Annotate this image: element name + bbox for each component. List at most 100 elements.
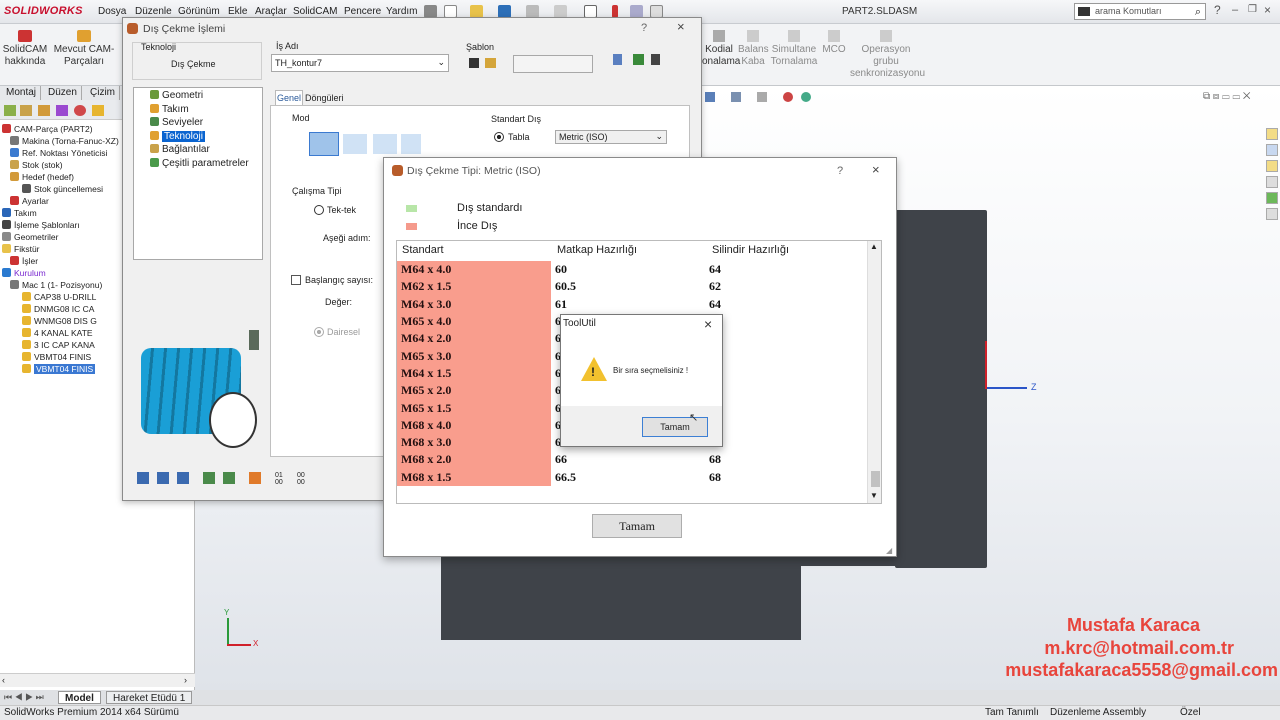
cell-cylinder[interactable]: 65 (705, 313, 863, 330)
scroll-up-icon[interactable]: ▲ (870, 242, 878, 251)
start-count-checkbox[interactable] (291, 275, 301, 285)
column-header-standard[interactable]: Standart (402, 244, 444, 256)
section-view-icon[interactable] (731, 92, 741, 102)
tab-duzen[interactable]: Düzen (44, 86, 82, 100)
appearance-icon[interactable] (783, 92, 793, 102)
cell-standard[interactable]: M68 x 4.0 (397, 416, 551, 434)
save-icon[interactable] (137, 472, 149, 484)
cell-standard[interactable]: M64 x 2.0 (397, 330, 551, 348)
mode-option-4[interactable] (401, 134, 421, 154)
gcode-icon[interactable] (223, 472, 235, 484)
help-button[interactable]: ? (837, 165, 843, 177)
close-icon[interactable]: × (1264, 3, 1271, 17)
file-explorer-icon[interactable] (1266, 160, 1278, 172)
tree-item[interactable]: VBMT04 FINIS (0, 363, 96, 375)
viewport-window-controls[interactable]: ⧉ ⧈ ▭ ▭ ✕ (1203, 91, 1250, 102)
sheet-nav-icon[interactable]: ⏮ ◀ ▶ ⏭ (4, 692, 44, 703)
cell-cylinder[interactable]: 64 (705, 296, 863, 313)
template-field[interactable] (513, 55, 593, 73)
custom-props-icon[interactable] (1266, 208, 1278, 220)
tree-item[interactable]: Stok (stok) (0, 159, 63, 171)
mode-option-2[interactable] (343, 134, 367, 154)
mode-option-3[interactable] (373, 134, 397, 154)
scroll-down-icon[interactable]: ▼ (870, 491, 878, 500)
search-input[interactable]: arama Komutları ⌕ (1074, 3, 1206, 20)
cell-standard[interactable]: M68 x 1.5 (397, 468, 551, 486)
solidcam-manager-icon[interactable] (92, 105, 104, 116)
menu-3[interactable]: Görünüm (178, 6, 220, 17)
cell-cylinder[interactable]: 68 (705, 417, 863, 434)
nav-item[interactable]: Geometri (150, 90, 203, 101)
tree-item[interactable]: İşleme Şablonları (0, 219, 80, 231)
nav-item[interactable]: Bağlantılar (150, 144, 210, 155)
cell-standard[interactable]: M65 x 3.0 (397, 347, 551, 365)
cell-standard[interactable]: M65 x 4.0 (397, 312, 551, 331)
tree-item[interactable]: Takım (0, 207, 37, 219)
cell-cylinder[interactable]: 64 (705, 330, 863, 347)
tree-item[interactable]: WNMG08 DIS G (0, 315, 97, 327)
cell-drill[interactable]: 66.5 (551, 469, 705, 486)
table-radio[interactable] (494, 132, 504, 142)
single-radio[interactable] (314, 205, 324, 215)
cell-drill[interactable]: 61 (551, 296, 705, 313)
template-open-icon[interactable] (485, 58, 496, 68)
library-icon[interactable] (1266, 144, 1278, 156)
ribbon-mco-button[interactable]: MCO (820, 30, 848, 56)
ribbon-kodial-button[interactable]: Kodial onalama (702, 30, 740, 68)
tree-item[interactable]: Ref. Noktası Yöneticisi (0, 147, 107, 159)
resources-icon[interactable] (1266, 128, 1278, 140)
binary-edit-icon[interactable]: 00 00 (297, 472, 305, 486)
nav-item[interactable]: Çeşitli parametreler (150, 157, 249, 169)
standard-select[interactable]: Metric (ISO) ⌄ (555, 130, 667, 144)
solidcam-about-button[interactable]: SolidCAM hakkında (2, 30, 48, 68)
chevron-down-icon[interactable]: ⌄ (437, 57, 445, 68)
menu-5[interactable]: Araçlar (255, 6, 287, 17)
tree-item[interactable]: Geometriler (0, 231, 58, 243)
display-manager-icon[interactable] (74, 105, 86, 116)
restore-icon[interactable]: ❐ (1248, 4, 1257, 15)
tree-item[interactable]: CAM-Parça (PART2) (0, 123, 93, 135)
tab-motion-study[interactable]: Hareket Etüdü 1 (106, 691, 193, 704)
resize-grip-icon[interactable]: ◢ (886, 546, 892, 555)
config-manager-icon[interactable] (38, 105, 50, 116)
simulate-icon[interactable] (203, 472, 215, 484)
ribbon-sync-button[interactable]: Operasyon grubu senkronizasyonu (850, 30, 925, 80)
cell-standard[interactable]: M65 x 1.5 (397, 399, 551, 417)
tree-item[interactable]: Fikstür (0, 243, 40, 255)
tree-item[interactable]: 4 KANAL KATE (0, 327, 93, 339)
minimize-icon[interactable]: – (1232, 4, 1238, 16)
ribbon-balans-button[interactable]: Balans Kaba (738, 30, 769, 68)
stock-icon[interactable] (249, 472, 261, 484)
cell-cylinder[interactable]: 64 (705, 365, 863, 382)
tab-genel[interactable]: Genel (275, 90, 303, 106)
close-button[interactable]: × (872, 162, 880, 177)
cell-standard[interactable]: M65 x 2.0 (397, 382, 551, 400)
binary-icon[interactable]: 01 00 (275, 472, 283, 486)
traffic-icon[interactable] (651, 54, 660, 65)
display-style-icon[interactable] (757, 92, 767, 102)
cell-drill[interactable]: 60.5 (551, 278, 705, 295)
cell-cylinder[interactable]: 68 (705, 469, 863, 486)
nav-item[interactable]: Seviyeler (150, 117, 203, 128)
cell-drill[interactable]: 60 (551, 261, 705, 278)
view-palette-icon[interactable] (1266, 176, 1278, 188)
cell-standard[interactable]: M64 x 4.0 (397, 261, 551, 279)
table-row[interactable]: M68 x 2.0 66 68 (397, 451, 863, 469)
nav-item[interactable]: Teknoloji (150, 130, 205, 142)
save-calc-icon[interactable] (157, 472, 169, 484)
table-row[interactable]: M64 x 3.0 61 64 (397, 295, 863, 313)
cell-standard[interactable]: M68 x 3.0 (397, 433, 551, 452)
feature-manager-icon[interactable] (4, 105, 16, 116)
cell-standard[interactable]: M62 x 1.5 (397, 278, 551, 296)
save-exit-icon[interactable] (177, 472, 189, 484)
tree-item[interactable]: VBMT04 FINIS (0, 351, 91, 363)
cell-cylinder[interactable]: 65 (705, 399, 863, 416)
cell-cylinder[interactable]: 64 (705, 261, 863, 278)
tree-item[interactable]: Makina (Torna-Fanuc-XZ) (0, 135, 119, 147)
tree-item[interactable]: Mac 1 (1- Pozisyonu) (0, 279, 102, 291)
tree-item[interactable]: DNMG08 IC CA (0, 303, 94, 315)
scene-icon[interactable] (801, 92, 811, 102)
nav-item[interactable]: Takım (150, 103, 189, 115)
help-icon[interactable]: ? (1214, 3, 1221, 17)
menu-7[interactable]: Pencere (344, 6, 381, 17)
